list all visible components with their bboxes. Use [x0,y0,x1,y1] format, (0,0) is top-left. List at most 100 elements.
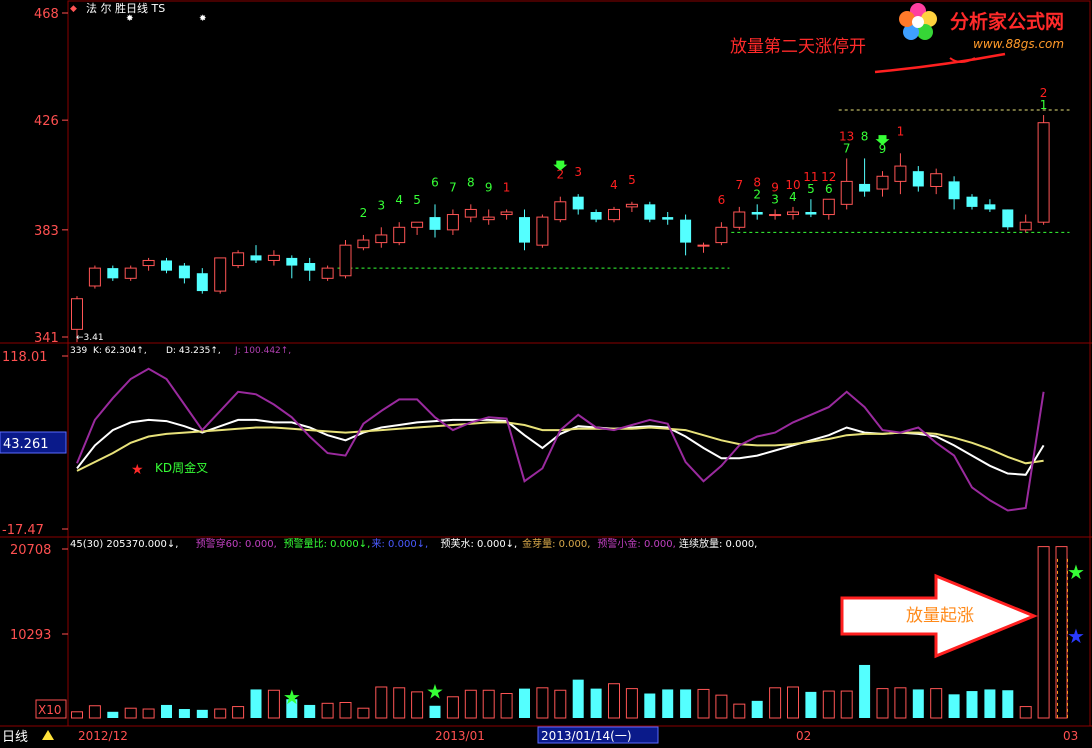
volume-bar [250,689,262,718]
candle-body [375,234,388,244]
kdj-tick-label: -17.47 [2,523,44,538]
candle [142,257,155,271]
volume-bar [304,704,316,718]
candle [966,194,978,210]
candle [1019,214,1032,233]
volume-bar [805,691,817,718]
vol-note: 放量起涨 [906,606,974,626]
candle-body [321,267,334,279]
kdj-prefix: 339 [70,346,87,356]
sequence-label: 1 [897,124,905,138]
candle-body [464,208,477,218]
watermark-site: 分析家公式网 [950,10,1064,33]
volume-bar [124,707,137,719]
candle [196,268,208,294]
volume-bar [357,707,370,719]
candle-body [124,267,137,279]
candle [1037,115,1050,225]
candle-body [536,216,549,246]
flower-logo-icon [899,3,937,40]
candle-body [1019,221,1032,231]
candle-body [859,183,871,192]
sequence-label: 5 [628,173,636,187]
candle [107,265,119,281]
candle-body [805,211,817,215]
volume-bar [680,689,692,718]
candle [375,227,388,248]
period-label[interactable]: 日线 [2,730,28,745]
volume-bar [1037,546,1050,719]
sequence-label: 5 [807,182,815,196]
candle-body [267,254,280,261]
candle [464,204,477,223]
candle [644,201,656,223]
volume-bar [912,689,924,718]
candle [984,199,996,212]
volume-bar [321,702,334,719]
candle-body [554,201,567,221]
volume-bar [625,688,638,719]
top-note: 放量第二天涨停开 [730,37,866,57]
volume-bar [232,706,245,719]
volume-bar [464,689,477,719]
candle-body [304,263,316,271]
sequence-label: 4 [395,193,403,207]
kdj-tick-label: 118.01 [2,350,48,365]
volume-bar [1002,690,1014,718]
sequence-label: 9 [485,180,493,194]
sequence-label: 8 [861,129,869,143]
candle [787,206,799,220]
volume-bar [267,689,280,719]
candle-body [840,180,853,205]
candle-body [751,211,763,215]
candle-body [250,255,262,261]
star-icon: ★ [283,685,301,709]
candle-body [519,217,530,243]
candle-body [894,165,907,182]
volume-scale: X10 [38,703,62,717]
sequence-label: 3 [574,165,582,179]
volume-bar [644,693,656,718]
candle [214,257,227,294]
volume-bar [859,664,871,718]
volume-bar [214,708,227,719]
candle [286,255,298,279]
volume-bar [751,700,763,718]
kdj-current-value: 43.261 [3,437,49,452]
candle [876,171,889,197]
volume-bar [554,689,567,719]
volume-bar [71,711,83,719]
candle [697,242,710,253]
volume-bar [966,691,978,718]
watermark-url: www.88gs.com [973,37,1064,51]
volume-bar [822,690,835,719]
volume-bar [536,687,549,719]
volume-bar [715,694,728,719]
candle-body [662,217,674,220]
volume-bar [429,705,441,718]
candle [930,168,943,195]
candle [357,234,370,251]
sequence-label: 7 [843,141,851,155]
candle [88,265,101,289]
candle [536,214,549,248]
red-star-icon: ★ [131,462,144,478]
candle [625,201,638,212]
candle-body [715,226,728,244]
price-tick-label: 426 [34,114,59,129]
window-icon[interactable]: ◆ [70,4,77,14]
volume-bar [876,688,889,719]
candle [482,209,495,225]
volume-annotation: 放量起涨 [840,573,1038,659]
volume-bar [142,708,155,719]
sequence-label: 6 [431,175,439,189]
x-cursor-date: 2013/01/14(一) [541,729,632,743]
candle-body [769,214,782,217]
x-label-02: 02 [796,729,811,743]
kdj-line-j [76,367,1045,512]
candle-body [625,203,638,208]
candle-body [572,196,584,210]
price-tick-label: 341 [34,331,59,346]
volume-bar [393,687,406,719]
candle [178,263,190,284]
